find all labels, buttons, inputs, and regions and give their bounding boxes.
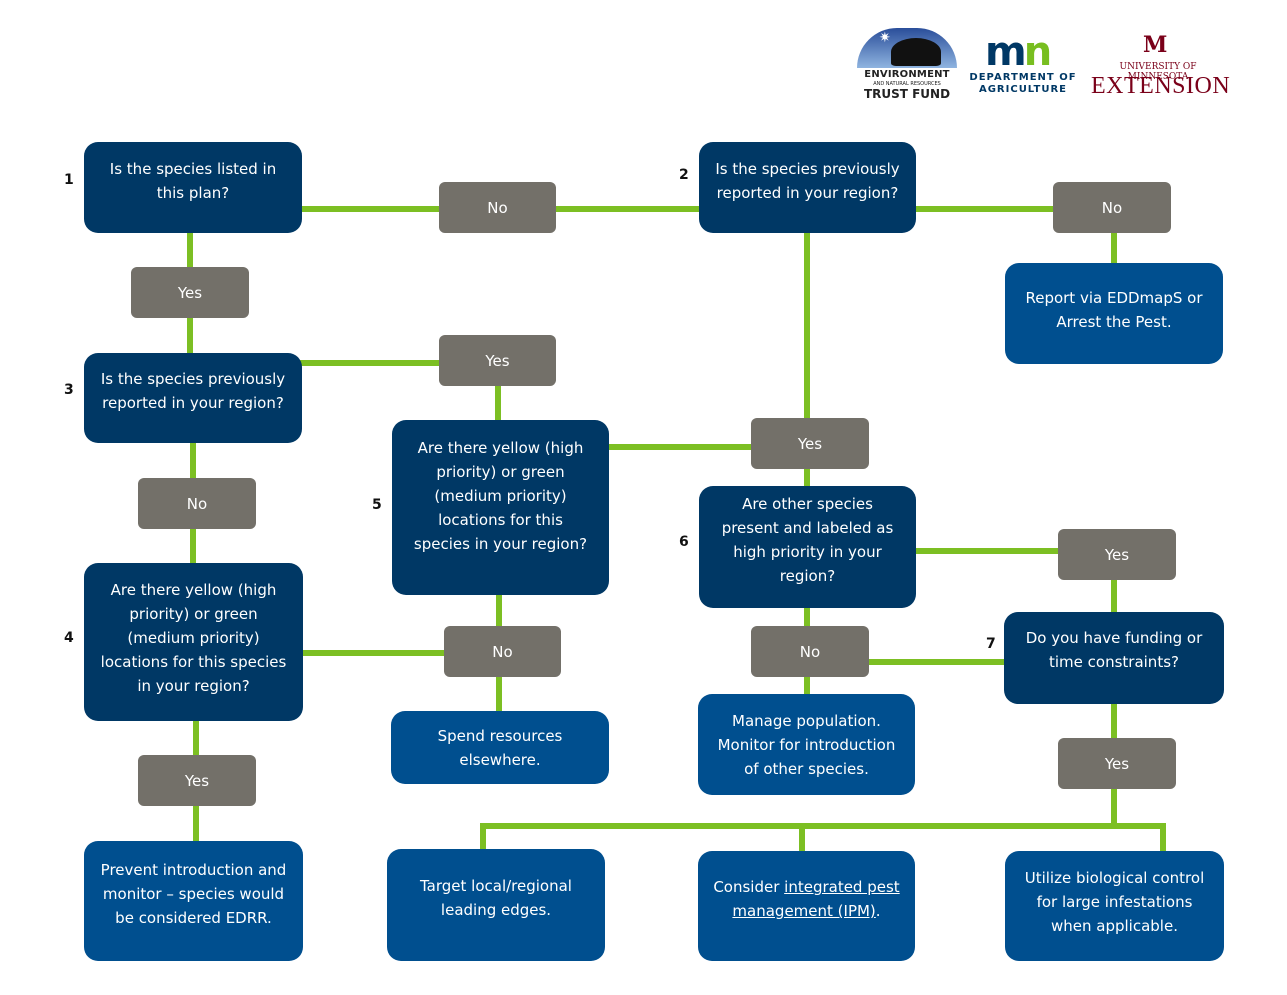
question-1-box: Is the species listed in this plan? [84, 142, 302, 233]
ipm-prefix: Consider [713, 878, 785, 896]
action-biological-control: Utilize biological control for large inf… [1005, 851, 1224, 961]
mda-logo: mn DEPARTMENT OF AGRICULTURE [967, 32, 1079, 104]
step-number-1: 1 [64, 172, 74, 188]
answer-q2-yes: Yes [751, 418, 869, 469]
connector [480, 823, 1166, 829]
mda-line1: DEPARTMENT OF [969, 72, 1077, 83]
umn-extension-logo: M UNIVERSITY OF MINNESOTA EXTENSION [1091, 32, 1231, 104]
question-4-box: Are there yellow (high priority) or gree… [84, 563, 303, 721]
action-spend-elsewhere: Spend resources elsewhere. [391, 711, 609, 784]
question-3-box: Is the species previously reported in yo… [84, 353, 302, 443]
step-number-7: 7 [986, 636, 996, 652]
umn-line2: EXTENSION [1091, 73, 1231, 99]
trust-fund-line1: ENVIRONMENT [864, 69, 950, 80]
action-manage-population: Manage population. Monitor for introduct… [698, 694, 915, 795]
answer-q7-yes: Yes [1058, 738, 1176, 789]
step-number-2: 2 [679, 167, 689, 183]
answer-q6-yes: Yes [1058, 529, 1176, 580]
answer-q4-yes: Yes [138, 755, 256, 806]
ipm-text: Consider integrated pest management (IPM… [712, 875, 901, 923]
question-7-box: Do you have funding or time constraints? [1004, 612, 1224, 704]
loon-bird-shape [891, 38, 941, 66]
step-number-3: 3 [64, 382, 74, 398]
question-6-box: Are other species present and labeled as… [699, 486, 916, 608]
star-icon: ✷ [879, 30, 891, 46]
answer-q1-yes: Yes [131, 267, 249, 318]
trust-fund-line3: TRUST FUND [863, 87, 951, 101]
action-report: Report via EDDmapS or Arrest the Pest. [1005, 263, 1223, 364]
trust-fund-logo: ✷ ENVIRONMENT AND NATURAL RESOURCES TRUS… [857, 28, 957, 104]
connector [1160, 823, 1166, 853]
umn-m-icon: M [1143, 32, 1168, 58]
ipm-suffix: . [875, 902, 881, 920]
answer-q6-no: No [751, 626, 869, 677]
answer-q3-yes: Yes [439, 335, 556, 386]
loon-icon: ✷ [857, 28, 957, 68]
answer-q3-no: No [138, 478, 256, 529]
action-prevent-introduction: Prevent introduction and monitor – speci… [84, 841, 303, 961]
action-consider-ipm: Consider integrated pest management (IPM… [698, 851, 915, 961]
answer-q4-no: No [444, 626, 561, 677]
mda-text: DEPARTMENT OF AGRICULTURE [967, 72, 1079, 96]
step-number-6: 6 [679, 534, 689, 550]
connector [1111, 230, 1117, 266]
answer-q1-no: No [439, 182, 556, 233]
mn-mark-n: n [1023, 29, 1053, 75]
partner-logos: ✷ ENVIRONMENT AND NATURAL RESOURCES TRUS… [855, 28, 1231, 108]
answer-q2-no: No [1053, 182, 1171, 233]
mn-mark-icon: mn [985, 32, 1052, 72]
mn-mark-m: m [985, 29, 1027, 75]
step-number-5: 5 [372, 497, 382, 513]
mda-line2: AGRICULTURE [978, 84, 1068, 95]
question-2-box: Is the species previously reported in yo… [699, 142, 916, 233]
connector [799, 823, 805, 853]
question-5-box: Are there yellow (high priority) or gree… [392, 420, 609, 595]
action-target-leading-edges: Target local/regional leading edges. [387, 849, 605, 961]
step-number-4: 4 [64, 630, 74, 646]
